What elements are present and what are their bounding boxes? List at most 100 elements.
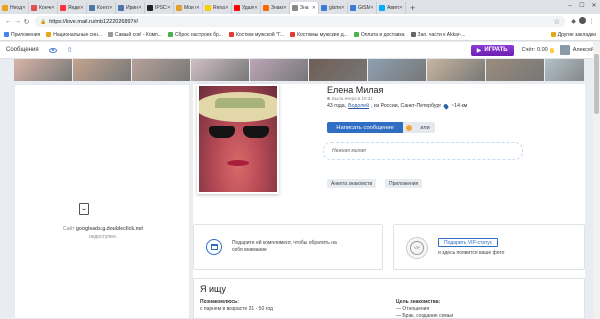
photo-thumb-9[interactable] xyxy=(545,59,584,81)
bookmark-label: Самый сок! - Комп... xyxy=(114,31,162,38)
tab-5[interactable]: IPSC ✕ xyxy=(145,2,174,14)
tab-close-icon[interactable]: ✕ xyxy=(51,5,55,11)
ad-text-2: недоступен. xyxy=(88,234,118,240)
back-icon[interactable]: ← xyxy=(4,18,13,25)
seeking-section: Я ищу Познакомлюсь: с парнем в возрасте … xyxy=(193,278,585,319)
tab-7[interactable]: Renault✕ xyxy=(203,2,232,14)
site-header: Сообщения ⇧ ▶ ИГРАТЬ Счёт: 0.00 Алексей xyxy=(0,42,600,59)
other-bookmarks-label: Другие закладки xyxy=(557,31,596,38)
tab-close-icon[interactable]: ✕ xyxy=(196,5,200,11)
gift-icon xyxy=(206,239,222,255)
zodiac-link[interactable]: Водолей xyxy=(348,103,369,109)
bookmark-0[interactable]: Приложения xyxy=(4,32,40,38)
tab-2[interactable]: Яндекс✕ xyxy=(58,2,87,14)
bookmark-7[interactable]: Зап. части к Akkar-... xyxy=(410,32,465,38)
bookmark-6[interactable]: Оплата и доставка xyxy=(353,32,405,38)
profile-name: Елена Милая xyxy=(327,85,384,95)
gift-promo[interactable]: Подарите ей комплимент, чтобы обратить н… xyxy=(193,224,383,270)
bookmark-star-icon[interactable]: ☆ xyxy=(554,18,560,26)
gift-promo-text: Подарите ей комплимент, чтобы обратить н… xyxy=(232,240,337,253)
photo-thumb-6[interactable] xyxy=(368,59,426,81)
tab-label: gismet xyxy=(329,5,341,11)
tab-close-icon[interactable]: ✕ xyxy=(138,5,142,11)
ad-block: Сайт googleads.g.doubleclick.net недосту… xyxy=(14,84,190,319)
browser-extras: ◆ ⋮ xyxy=(569,17,596,26)
minimize-icon[interactable]: – xyxy=(564,0,576,12)
profile-photo[interactable] xyxy=(197,84,279,194)
tab-9[interactable]: Знако✕ xyxy=(261,2,290,14)
tab-13[interactable]: Авито✕ xyxy=(377,2,406,14)
bookmark-list: Приложения Национальные син... Самый сок! … xyxy=(4,32,471,38)
photo-thumb-4[interactable] xyxy=(250,59,308,81)
url-input[interactable]: 🔒 https://love.mail.ru/mb1222026897#/ ☆ xyxy=(35,16,565,27)
tab-close-icon[interactable]: ✕ xyxy=(109,5,113,11)
tab-0[interactable]: Неодн✕ xyxy=(0,2,29,14)
tab-close-icon[interactable]: ✕ xyxy=(283,5,287,11)
page-scrollbar[interactable] xyxy=(593,42,600,319)
bookmark-label: Национальные син... xyxy=(53,31,102,38)
forward-icon[interactable]: → xyxy=(13,18,22,25)
score[interactable]: Счёт: 0.00 xyxy=(522,47,554,53)
boost-up-icon[interactable]: ⇧ xyxy=(67,46,73,54)
new-tab-button[interactable]: + xyxy=(406,2,419,14)
tab-6[interactable]: Мои ст✕ xyxy=(174,2,203,14)
bookmark-5[interactable]: Костюмы мужские д... xyxy=(290,32,348,38)
reload-icon[interactable]: ↻ xyxy=(22,18,31,26)
play-label: ИГРАТЬ xyxy=(484,47,508,53)
photo-thumb-5[interactable] xyxy=(309,59,367,81)
tab-1[interactable]: Конче✕ xyxy=(29,2,58,14)
last-online-text: Была вчера в 19:31 xyxy=(332,96,373,101)
profile-icon[interactable] xyxy=(578,17,587,26)
tab-close-icon[interactable]: ✕ xyxy=(370,5,374,11)
tab-12[interactable]: GISME✕ xyxy=(348,2,377,14)
send-message-button[interactable]: Написать сообщение xyxy=(327,122,403,133)
bookmark-2[interactable]: Самый сок! - Комп... xyxy=(107,31,162,38)
tab-close-icon[interactable]: ✕ xyxy=(22,5,26,11)
photo-thumb-0[interactable] xyxy=(14,59,72,81)
play-icon: ▶ xyxy=(476,47,482,54)
maximize-icon[interactable]: ☐ xyxy=(576,0,588,12)
tab-close-icon[interactable]: ✕ xyxy=(341,5,345,11)
bookmark-4[interactable]: Костюм мужской "Г... xyxy=(228,32,284,38)
photo-thumb-7[interactable] xyxy=(427,59,485,81)
seeking-goal-value-2: — Брак, создание семьи xyxy=(396,313,454,319)
user-name: Алексей xyxy=(572,47,594,53)
menu-icon[interactable]: ⋮ xyxy=(587,18,596,25)
tab-8[interactable]: Удале✕ xyxy=(232,2,261,14)
wink-smile-button[interactable] xyxy=(403,122,415,133)
tab-close-icon[interactable]: ✕ xyxy=(254,5,258,11)
tab-close-icon[interactable]: ✕ xyxy=(399,5,403,11)
tab-profile-card[interactable]: Анкета знакомств xyxy=(327,179,377,188)
scrollbar-thumb[interactable] xyxy=(594,54,599,114)
tab-close-icon[interactable]: ✕ xyxy=(225,5,229,11)
tab-10[interactable]: Зна ✕ xyxy=(290,2,319,14)
tab-apps[interactable]: Приложения xyxy=(385,179,423,188)
photo-thumb-3[interactable] xyxy=(191,59,249,81)
close-icon[interactable]: ✕ xyxy=(588,0,600,12)
gift-vip-button[interactable]: Подарить VIP-статус xyxy=(438,238,499,247)
bookmark-favicon-icon xyxy=(167,32,173,37)
photo-thumb-8[interactable] xyxy=(486,59,544,81)
guests-eye-icon[interactable] xyxy=(48,47,57,53)
tab-3[interactable]: Конта✕ xyxy=(87,2,116,14)
tab-4[interactable]: Ирина✕ xyxy=(116,2,145,14)
bookmarks-bar: Приложения Национальные син... Самый сок! … xyxy=(0,29,600,41)
bookmark-1[interactable]: Национальные син... xyxy=(46,32,102,38)
photo-thumb-1[interactable] xyxy=(73,59,131,81)
address-bar: ← → ↻ 🔒 https://love.mail.ru/mb122202689… xyxy=(0,14,600,29)
favicon-icon xyxy=(234,5,240,11)
user-menu[interactable]: Алексей xyxy=(559,45,594,55)
extension-icon[interactable]: ◆ xyxy=(569,18,578,25)
tab-close-icon[interactable]: ✕ xyxy=(80,5,84,11)
other-bookmarks[interactable]: Другие закладки xyxy=(550,31,596,38)
bookmark-3[interactable]: Сброс настроек бр... xyxy=(167,32,223,38)
seeking-who-value: с парнем в возрасте 31 - 50 год xyxy=(200,306,273,312)
play-button[interactable]: ▶ ИГРАТЬ xyxy=(470,44,514,56)
tab-11[interactable]: gismet✕ xyxy=(319,2,348,14)
messages-link[interactable]: Сообщения xyxy=(6,47,39,53)
photo-thumb-2[interactable] xyxy=(132,59,190,81)
tab-close-icon[interactable]: ✕ xyxy=(167,5,171,11)
tab-close-icon[interactable]: ✕ xyxy=(312,5,316,11)
location-pin-icon xyxy=(443,102,450,110)
tab-label: Авито xyxy=(387,5,399,11)
